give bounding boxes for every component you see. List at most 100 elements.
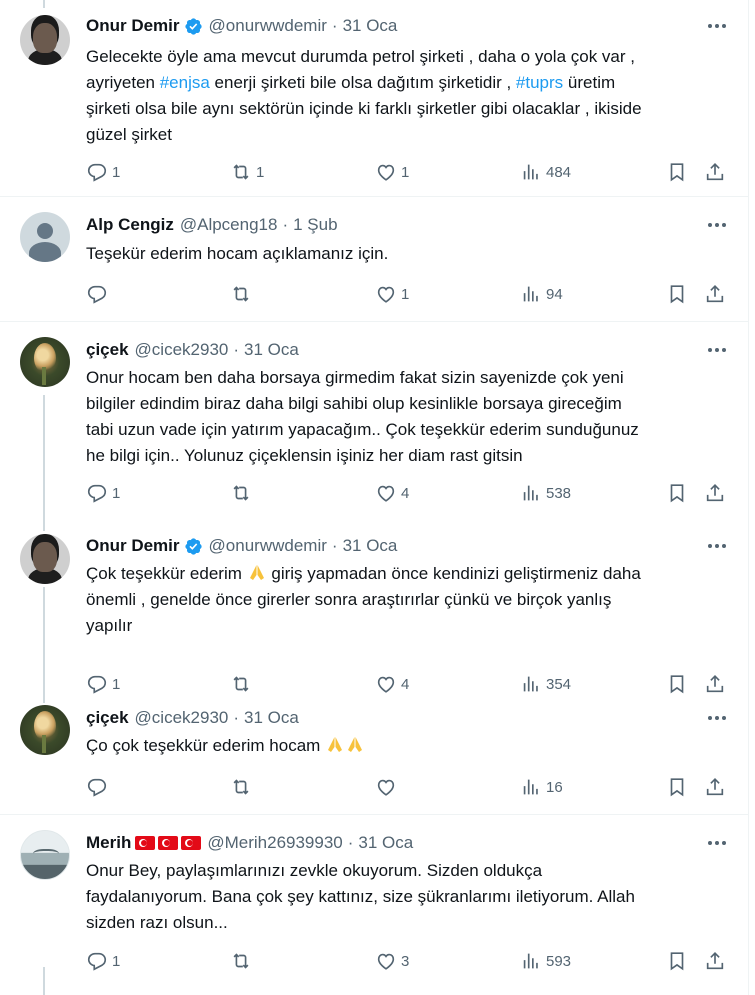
bookmark-icon: [670, 778, 684, 797]
like-button[interactable]: 4: [375, 481, 409, 505]
tweet-header: Merih @Merih26939930 · 31 Oca: [86, 833, 413, 853]
reply-feed: Onur Demir @onurwwdemir · 31 Oca Gelecek…: [0, 0, 749, 995]
reply-button[interactable]: [86, 282, 112, 306]
views-button[interactable]: 94: [520, 282, 563, 306]
share-icon: [706, 484, 724, 502]
more-options-icon[interactable]: [706, 538, 728, 554]
retweet-button[interactable]: [230, 282, 256, 306]
user-handle[interactable]: @cicek2930: [135, 340, 229, 360]
cicek-avatar[interactable]: [20, 337, 70, 387]
reply-button[interactable]: 1: [86, 160, 120, 184]
more-options-icon[interactable]: [706, 18, 728, 34]
reply-button[interactable]: 1: [86, 481, 120, 505]
tweet-date[interactable]: 31 Oca: [244, 708, 299, 728]
share-button[interactable]: [704, 481, 726, 505]
like-button[interactable]: 1: [375, 282, 409, 306]
display-name[interactable]: Merih: [86, 833, 131, 853]
share-button[interactable]: [704, 775, 726, 799]
onur-avatar[interactable]: [20, 15, 70, 65]
like-button[interactable]: [375, 775, 401, 799]
user-handle[interactable]: @Merih26939930: [207, 833, 342, 853]
display-name[interactable]: çiçek: [86, 708, 129, 728]
views-chart-icon: [523, 164, 538, 180]
views-chart-icon: [523, 779, 538, 795]
hashtag-link[interactable]: #enjsa: [160, 73, 210, 92]
text-segment: Ço çok teşekkür ederim hocam: [86, 736, 321, 755]
bookmark-button[interactable]: [666, 481, 688, 505]
share-button[interactable]: [704, 949, 726, 973]
share-icon: [706, 163, 724, 181]
retweet-button[interactable]: [230, 949, 256, 973]
tweet[interactable]: çiçek @cicek2930 · 31 Oca Onur hocam ben…: [0, 322, 748, 517]
more-options-icon[interactable]: [706, 342, 728, 358]
retweet-button[interactable]: [230, 775, 256, 799]
reply-button[interactable]: [86, 775, 112, 799]
like-button[interactable]: 3: [375, 949, 409, 973]
text-line: sizden razı olsun...: [86, 913, 228, 932]
reply-icon: [87, 285, 107, 304]
tweet[interactable]: Alp Cengiz @Alpceng18 · 1 Şub Teşekür ed…: [0, 197, 748, 322]
retweet-icon: [233, 779, 249, 795]
bookmark-button[interactable]: [666, 775, 688, 799]
heart-icon: [377, 286, 395, 303]
more-options-icon[interactable]: [706, 835, 728, 851]
tweet-date[interactable]: 31 Oca: [343, 536, 398, 556]
views-chart-icon: [523, 286, 538, 302]
more-options-icon[interactable]: [706, 710, 728, 726]
display-name[interactable]: çiçek: [86, 340, 129, 360]
tweet[interactable]: Onur Demir @onurwwdemir · 31 Oca Gelecek…: [0, 0, 748, 197]
share-button[interactable]: [704, 160, 726, 184]
view-count: 484: [546, 163, 572, 181]
retweet-icon: [233, 286, 249, 302]
tweet[interactable]: Merih @Merih26939930 · 31 Oca Onur Bey, …: [0, 815, 748, 995]
views-button[interactable]: 593: [520, 949, 571, 973]
text-line: Teşekür ederim hocam açıklamanız için.: [86, 244, 389, 263]
tweet-header: çiçek @cicek2930 · 31 Oca: [86, 708, 299, 728]
separator-dot: ·: [282, 215, 289, 234]
retweet-button[interactable]: [230, 481, 256, 505]
user-handle[interactable]: @onurwwdemir: [209, 16, 327, 36]
retweet-icon: [233, 164, 249, 180]
bookmark-icon: [670, 163, 684, 182]
views-button[interactable]: 16: [520, 775, 563, 799]
bookmark-button[interactable]: [666, 949, 688, 973]
tweet[interactable]: Onur Demir @onurwwdemir · 31 Oca Çok teş…: [0, 517, 748, 694]
text-line: faydalanıyorum. Bana çok şey kattınız, s…: [86, 887, 635, 906]
merih-avatar[interactable]: [20, 830, 70, 880]
default-avatar[interactable]: [20, 212, 70, 262]
reply-count: 1: [112, 163, 121, 181]
heart-icon: [377, 164, 395, 181]
display-name[interactable]: Alp Cengiz: [86, 215, 174, 235]
more-options-icon[interactable]: [706, 217, 728, 233]
user-handle[interactable]: @onurwwdemir: [209, 536, 327, 556]
tweet-text: Onur Bey, paylaşımlarınızı zevkle okuyor…: [86, 858, 635, 936]
bookmark-button[interactable]: [666, 160, 688, 184]
onur-avatar[interactable]: [20, 534, 70, 584]
like-count: 1: [401, 163, 410, 181]
display-name[interactable]: Onur Demir: [86, 16, 180, 36]
tweet[interactable]: çiçek @cicek2930 · 31 Oca Ço çok teşekkü…: [0, 690, 748, 815]
user-handle[interactable]: @Alpceng18: [180, 215, 278, 235]
share-icon: [706, 778, 724, 796]
heart-icon: [377, 953, 395, 970]
like-button[interactable]: 1: [375, 160, 409, 184]
views-button[interactable]: 538: [520, 481, 571, 505]
tweet-date[interactable]: 31 Oca: [343, 16, 398, 36]
text-line: ayriyeten #enjsa enerji şirketi bile ols…: [86, 73, 616, 92]
user-handle[interactable]: @cicek2930: [135, 708, 229, 728]
column-border: [748, 0, 749, 995]
reply-icon: [87, 952, 107, 971]
tweet-actions: 1 4 538: [86, 481, 736, 505]
views-button[interactable]: 484: [520, 160, 571, 184]
cicek-avatar[interactable]: [20, 705, 70, 755]
tweet-date[interactable]: 31 Oca: [358, 833, 413, 853]
display-name[interactable]: Onur Demir: [86, 536, 180, 556]
retweet-button[interactable]: 1: [230, 160, 264, 184]
tweet-date[interactable]: 1 Şub: [293, 215, 337, 235]
bookmark-button[interactable]: [666, 282, 688, 306]
hashtag-link[interactable]: #tuprs: [516, 73, 563, 92]
share-button[interactable]: [704, 282, 726, 306]
reply-button[interactable]: 1: [86, 949, 120, 973]
tweet-date[interactable]: 31 Oca: [244, 340, 299, 360]
reply-icon: [87, 484, 107, 503]
